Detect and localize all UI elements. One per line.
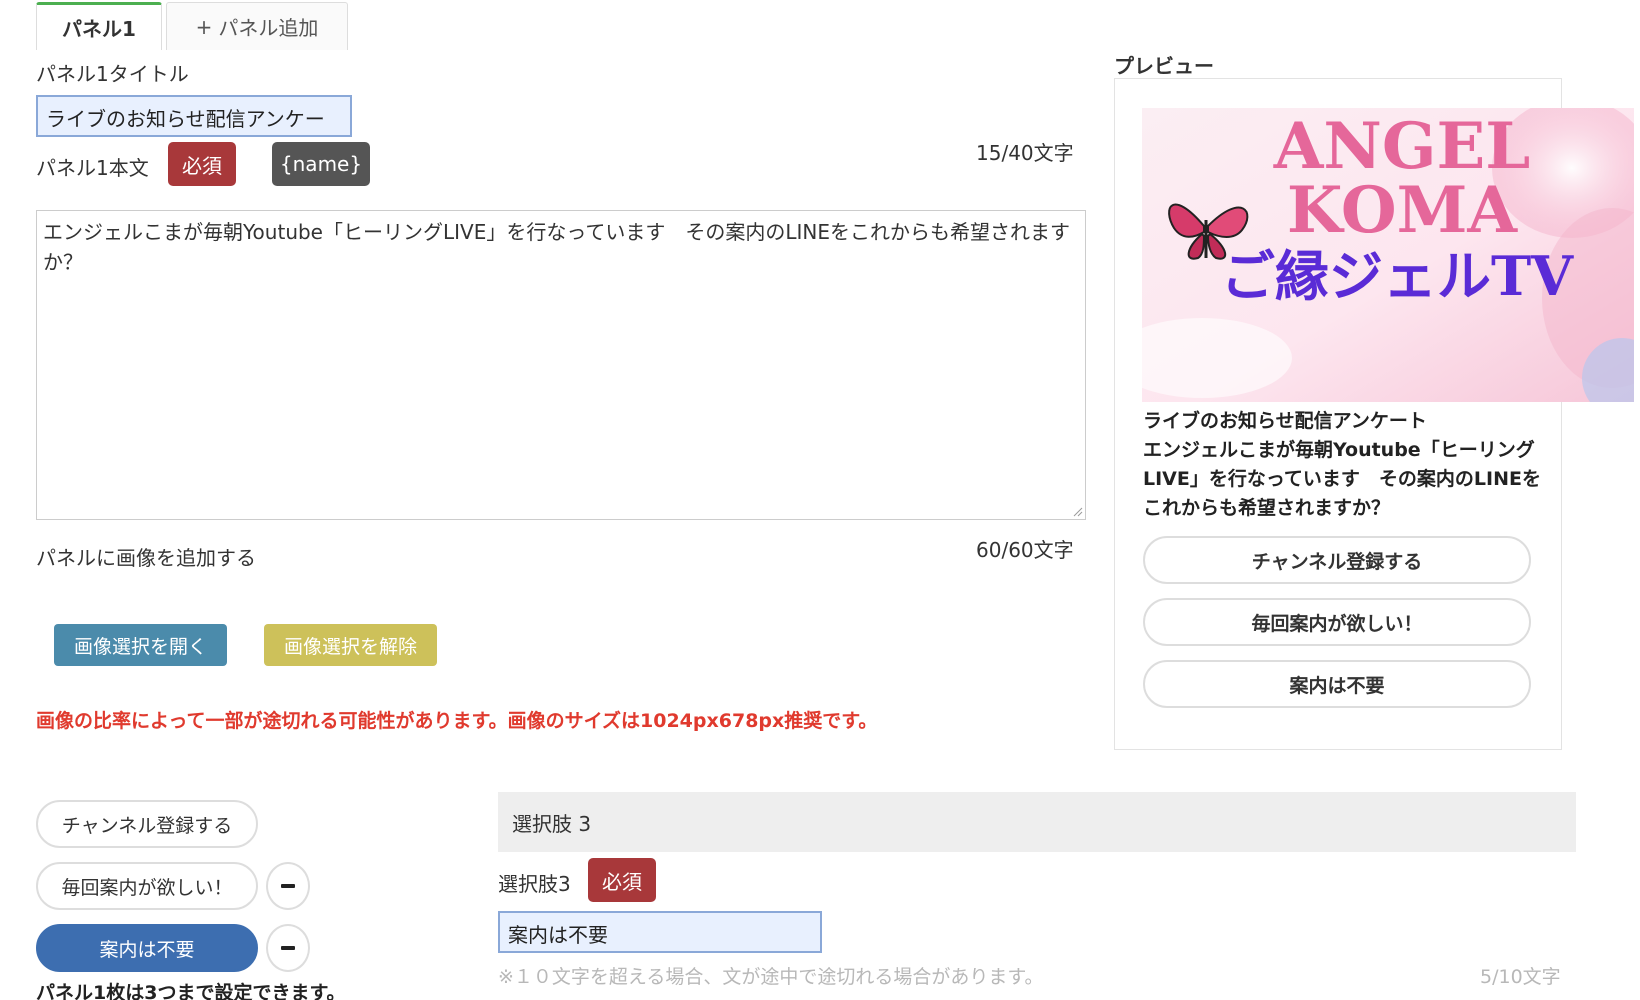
tab-panel-1[interactable]: パネル1 xyxy=(36,2,162,50)
clear-image-select-button[interactable]: 画像選択を解除 xyxy=(264,624,437,666)
add-panel-tab[interactable]: + パネル追加 xyxy=(166,2,348,50)
image-ratio-warning: 画像の比率によって一部が途切れる可能性があります。画像のサイズは1024px67… xyxy=(36,710,878,732)
choice-button-3[interactable]: 案内は不要 xyxy=(36,924,258,972)
panel-limit-note: パネル1枚は3つまで設定できます。 xyxy=(36,982,346,1000)
choice-section-header: 選択肢 3 xyxy=(498,792,1576,852)
panel-title-input[interactable]: ライブのお知らせ配信アンケー xyxy=(36,95,352,137)
choice-char-counter: 5/10文字 xyxy=(1480,966,1561,988)
choice-button-2[interactable]: 毎回案内が欲しい！ xyxy=(36,862,258,910)
preview-heading: プレビュー xyxy=(1114,54,1214,78)
minus-icon xyxy=(281,884,295,888)
remove-choice-2-button[interactable] xyxy=(266,862,310,910)
preview-button-1[interactable]: チャンネル登録する xyxy=(1143,536,1531,584)
banner-text-angel: ANGEL xyxy=(1273,109,1531,184)
panel-title-label: パネル1タイトル xyxy=(36,62,189,86)
preview-banner-image: ANGEL KOMA ご縁ジェルTV xyxy=(1142,108,1634,402)
open-image-select-button[interactable]: 画像選択を開く xyxy=(54,624,227,666)
name-tag-button[interactable]: {name} xyxy=(272,142,370,186)
choice-3-input[interactable]: 案内は不要 xyxy=(498,911,822,953)
preview-button-2[interactable]: 毎回案内が欲しい！ xyxy=(1143,598,1531,646)
choice-3-label: 選択肢3 xyxy=(498,872,571,896)
choice-length-hint: ※１０文字を超える場合、文が途中で途切れる場合があります。 xyxy=(498,966,1044,988)
choice-button-1[interactable]: チャンネル登録する xyxy=(36,800,258,848)
banner-text-title: ご縁ジェルTV xyxy=(1220,244,1574,308)
panel-body-textarea[interactable]: エンジェルこまが毎朝Youtube「ヒーリングLIVE」を行なっています その案… xyxy=(36,210,1086,520)
add-panel-label: パネル追加 xyxy=(218,16,319,40)
panel-body-text: エンジェルこまが毎朝Youtube「ヒーリングLIVE」を行なっています その案… xyxy=(43,220,1070,274)
preview-message: ライブのお知らせ配信アンケート エンジェルこまが毎朝Youtube「ヒーリングL… xyxy=(1143,407,1543,523)
required-badge: 必須 xyxy=(168,142,236,186)
body-char-counter: 60/60文字 xyxy=(976,538,1074,562)
minus-icon xyxy=(281,946,295,950)
preview-button-3[interactable]: 案内は不要 xyxy=(1143,660,1531,708)
preview-title: ライブのお知らせ配信アンケート xyxy=(1143,410,1427,432)
remove-choice-3-button[interactable] xyxy=(266,924,310,972)
plus-icon: + xyxy=(195,14,213,39)
title-char-counter: 15/40文字 xyxy=(976,141,1074,165)
add-image-label: パネルに画像を追加する xyxy=(36,546,256,570)
resize-handle-icon[interactable] xyxy=(1071,505,1083,517)
preview-body: エンジェルこまが毎朝Youtube「ヒーリングLIVE」を行なっています その案… xyxy=(1143,439,1541,519)
banner-text-koma: KOMA xyxy=(1286,173,1518,248)
panel-body-label: パネル1本文 xyxy=(36,156,149,180)
choice-required-badge: 必須 xyxy=(588,858,656,902)
